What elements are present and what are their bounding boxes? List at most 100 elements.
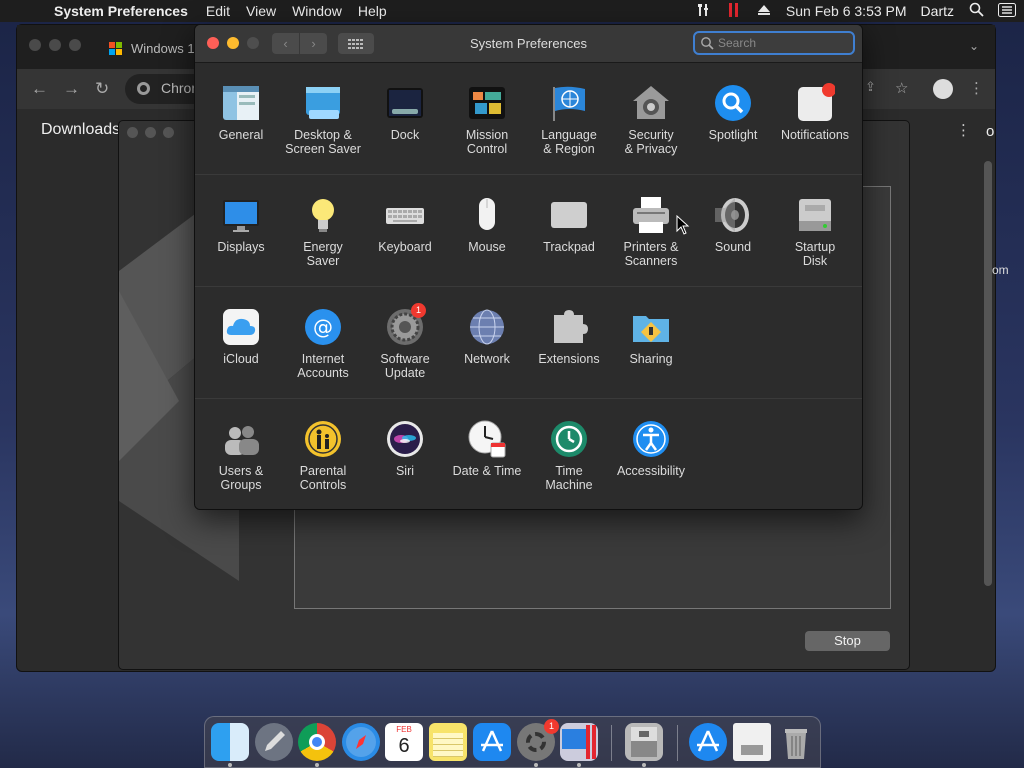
vm-zoom-button[interactable] (163, 127, 174, 138)
vm-close-button[interactable] (127, 127, 138, 138)
chrome-menu-icon[interactable]: ⋮ (969, 79, 984, 97)
chrome-forward-icon[interactable]: → (63, 79, 80, 99)
trackpad-icon (549, 195, 589, 235)
pane-users-groups[interactable]: Users & Groups (200, 419, 282, 492)
menu-extras: Sun Feb 6 3:53 PM Dartz (696, 0, 1016, 22)
system-preferences-dock-icon[interactable]: 1 (517, 719, 559, 761)
control-center-icon[interactable] (998, 2, 1016, 20)
pane-accessibility[interactable]: Accessibility (610, 419, 692, 478)
pane-network[interactable]: Network (446, 307, 528, 366)
archive-utility-icon[interactable] (625, 723, 663, 761)
pane-date-time[interactable]: Date & Time (446, 419, 528, 478)
downloads-menu-icon[interactable]: ⋮ (956, 121, 971, 139)
eject-icon[interactable] (756, 3, 772, 20)
tab-search-chevron-icon[interactable]: ⌄ (969, 39, 979, 53)
pane-siri[interactable]: Siri (364, 419, 446, 478)
downloads-heading: Downloads (41, 121, 121, 138)
stop-button[interactable]: Stop (805, 631, 890, 651)
chrome-reload-icon[interactable]: ↻ (95, 79, 109, 99)
pane-trackpad[interactable]: Trackpad (528, 195, 610, 254)
pane-parental-controls[interactable]: Parental Controls (282, 419, 364, 492)
menu-edit[interactable]: Edit (206, 3, 230, 19)
bookmark-star-icon[interactable]: ☆ (895, 79, 908, 97)
search-input[interactable] (718, 36, 848, 50)
siri-icon (385, 419, 425, 459)
software-update-gear-icon: 1 (385, 303, 426, 347)
pane-extensions[interactable]: Extensions (528, 307, 610, 366)
pane-label: Internet Accounts (297, 352, 349, 380)
pane-sharing[interactable]: Sharing (610, 307, 692, 366)
pane-dock[interactable]: Dock (364, 83, 446, 142)
app-store-icon[interactable] (473, 723, 511, 761)
pane-label: Spotlight (708, 128, 758, 142)
spotlight-search-icon[interactable] (968, 2, 984, 20)
pane-general[interactable]: General (200, 83, 282, 142)
chrome-icon[interactable] (298, 723, 336, 761)
finder-icon[interactable] (211, 723, 249, 761)
network-globe-icon (467, 307, 507, 347)
pane-label: Notifications (780, 128, 850, 142)
menu-view[interactable]: View (246, 3, 276, 19)
document-icon[interactable] (733, 723, 771, 761)
pane-notifications[interactable]: Notifications (774, 83, 856, 142)
calendar-icon[interactable]: FEB 6 (385, 723, 423, 761)
trash-icon[interactable] (777, 723, 815, 761)
launchpad-icon[interactable] (255, 723, 293, 761)
notes-icon[interactable] (429, 723, 467, 761)
parallels-icon[interactable] (726, 2, 742, 21)
chrome-back-icon[interactable]: ← (31, 79, 48, 99)
pane-desktop-screen-saver[interactable]: Desktop & Screen Saver (282, 83, 364, 156)
pane-label: Mouse (468, 240, 506, 254)
pane-label: Sharing (629, 352, 673, 366)
menu-clock[interactable]: Sun Feb 6 3:53 PM (786, 3, 907, 19)
pane-mission-control[interactable]: Mission Control (446, 83, 528, 156)
menu-user[interactable]: Dartz (921, 3, 954, 19)
pane-software-update[interactable]: 1 Software Update (364, 303, 446, 380)
zoom-button[interactable] (247, 37, 259, 49)
parallels-vm-icon[interactable] (560, 723, 598, 761)
pane-language-region[interactable]: Language & Region (528, 83, 610, 156)
pane-time-machine[interactable]: Time Machine (528, 419, 610, 492)
search-field[interactable] (693, 31, 855, 55)
minimize-button[interactable] (227, 37, 239, 49)
keyboard-icon (385, 195, 425, 235)
pane-label: General (218, 128, 264, 142)
parental-controls-icon (303, 419, 343, 459)
pane-sound[interactable]: Sound (692, 195, 774, 254)
chrome-share-icon[interactable]: ⇪ (865, 79, 876, 95)
pane-keyboard[interactable]: Keyboard (364, 195, 446, 254)
pane-displays[interactable]: Displays (200, 195, 282, 254)
safari-icon[interactable] (342, 723, 380, 761)
prefs-row-4: Users & Groups Parental Controls Siri Da… (195, 399, 862, 509)
vm-minimize-button[interactable] (145, 127, 156, 138)
forward-chevron-icon[interactable]: › (300, 33, 327, 54)
pane-icloud[interactable]: iCloud (200, 307, 282, 366)
pane-label: Date & Time (452, 464, 522, 478)
menu-help[interactable]: Help (358, 3, 387, 19)
pane-startup-disk[interactable]: Startup Disk (774, 195, 856, 268)
profile-avatar[interactable] (933, 79, 953, 99)
pane-label: Siri (395, 464, 415, 478)
chrome-minimize-button[interactable] (49, 39, 61, 51)
at-sign-icon: @ (303, 307, 343, 347)
menu-window[interactable]: Window (292, 3, 342, 19)
close-button[interactable] (207, 37, 219, 49)
mission-control-icon (467, 83, 507, 123)
prefs-row-2: Displays Energy Saver Keyboard Mouse Tra… (195, 175, 862, 287)
prefs-row-1: General Desktop & Screen Saver Dock Miss… (195, 63, 862, 175)
pane-security-privacy[interactable]: Security & Privacy (610, 83, 692, 156)
chrome-scrollbar[interactable] (984, 161, 992, 586)
app-store-folder-icon[interactable] (689, 723, 727, 761)
chrome-zoom-button[interactable] (69, 39, 81, 51)
show-all-grid-icon[interactable] (338, 33, 374, 54)
chrome-tab-title[interactable]: Windows 10 (131, 41, 202, 56)
back-chevron-icon[interactable]: ‹ (272, 33, 299, 54)
pane-energy-saver[interactable]: Energy Saver (282, 195, 364, 268)
pane-mouse[interactable]: Mouse (446, 195, 528, 254)
pane-internet-accounts[interactable]: @ Internet Accounts (282, 307, 364, 380)
chrome-close-button[interactable] (29, 39, 41, 51)
pane-label: Mission Control (465, 128, 509, 156)
menu-app-name[interactable]: System Preferences (54, 3, 188, 19)
tools-icon[interactable] (696, 3, 712, 20)
pane-spotlight[interactable]: Spotlight (692, 83, 774, 142)
